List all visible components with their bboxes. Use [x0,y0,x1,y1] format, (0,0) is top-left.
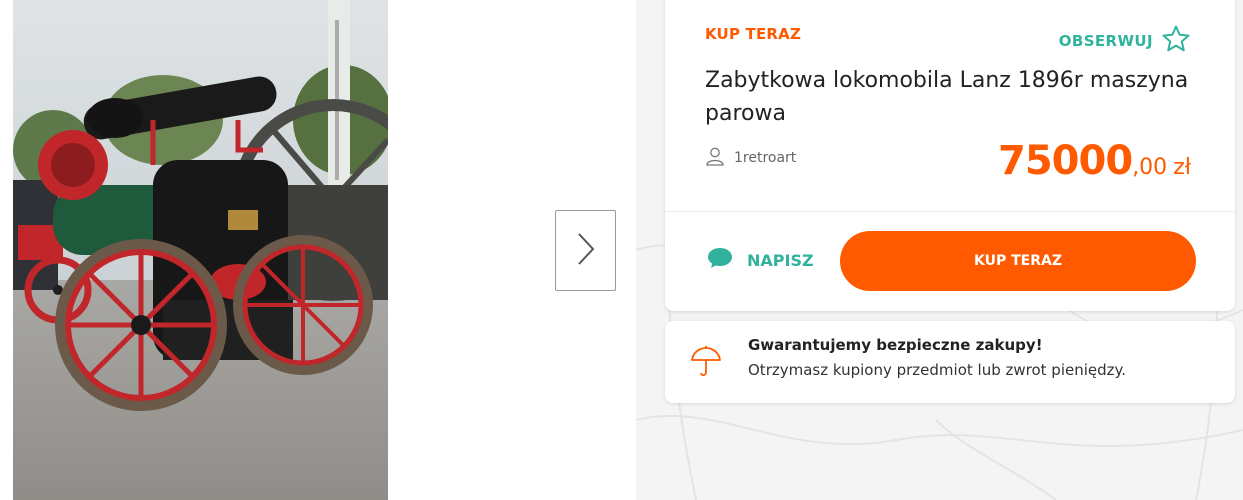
observe-button[interactable]: OBSERWUJ [1059,24,1191,58]
offer-title: Zabytkowa lokomobila Lanz 1896r maszyna … [705,68,1189,126]
price-currency: zł [1173,155,1191,180]
observe-label: OBSERWUJ [1058,32,1153,50]
next-image-button[interactable] [555,210,616,291]
price: 75000 ,00 zł [998,138,1191,184]
user-icon [705,146,725,170]
divider [665,211,1235,212]
umbrella-icon [689,345,723,383]
guarantee-card: Gwarantujemy bezpieczne zakupy! Otrzymas… [665,321,1235,403]
write-message-button[interactable]: NAPISZ [707,246,814,274]
offer-panel: KUP TERAZ OBSERWUJ Zabytkowa lokomobila … [636,0,1243,500]
seller-name: 1retroart [734,150,797,166]
write-label: NAPISZ [747,250,814,270]
seller-link[interactable]: 1retroart [705,146,796,170]
guarantee-text: Otrzymasz kupiony przedmiot lub zwrot pi… [748,361,1127,379]
price-decimal: ,00 [1132,155,1168,180]
price-integer: 75000 [998,138,1133,184]
offer-card: KUP TERAZ OBSERWUJ Zabytkowa lokomobila … [665,0,1235,311]
offer-type-label: KUP TERAZ [705,25,802,43]
product-photo[interactable] [13,0,388,500]
chat-bubble-icon [707,246,733,274]
chevron-right-icon [576,232,596,270]
buy-now-button[interactable]: KUP TERAZ [840,231,1196,291]
guarantee-title: Gwarantujemy bezpieczne zakupy! [748,336,1043,354]
gallery [0,0,636,500]
star-icon [1161,24,1191,58]
